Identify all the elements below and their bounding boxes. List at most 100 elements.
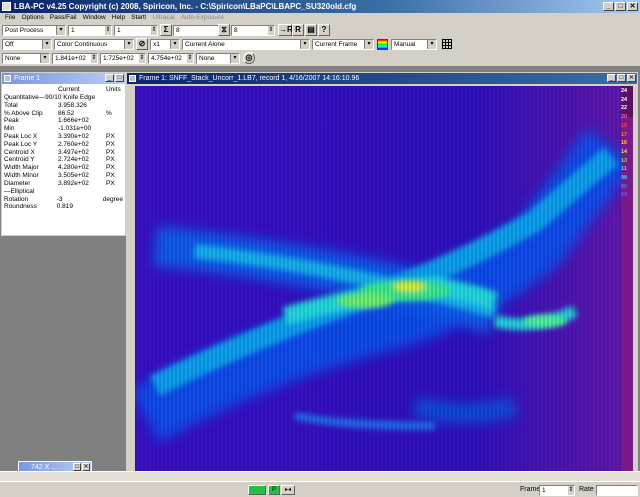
stats-unit: PX [106,148,115,156]
toolbar-row-2: Off Color Continuous ⊘ x1 Current Alone … [0,38,640,51]
stats-unit [106,125,117,133]
beam-intensity-image[interactable] [135,86,621,475]
zoom-select[interactable]: x1 [150,39,180,50]
frame-spin-1[interactable]: 1 [68,25,112,36]
stats-minimize-button[interactable]: _ [105,74,114,82]
display-select[interactable]: Current Alone [182,39,310,50]
stats-value: -1.031e+00 [58,125,92,133]
colorbar-label: 11 [621,166,627,173]
minimize-button[interactable]: _ [603,2,614,11]
frame-select[interactable]: Current Frame [312,39,374,50]
stats-label: Total [4,101,18,109]
palette-mode-select[interactable]: Color Continuous [54,39,134,50]
menu-start[interactable]: Start! [128,13,150,23]
average-spin[interactable]: 8 [231,25,275,36]
rate-label: Rate [579,486,594,493]
stats-value: 3.892e+02 [58,179,89,187]
scale-select[interactable]: Manual [391,39,437,50]
menu-options[interactable]: Options [18,13,46,23]
status-indicator-p[interactable]: P [268,485,280,495]
menu-file[interactable]: File [2,13,18,23]
stats-window-title: Frame 1 [14,75,41,82]
reset-right-icon[interactable]: →R [278,24,293,36]
app-icon [2,2,11,11]
filter-select[interactable]: None [2,53,50,64]
colorbar-label: 24 [621,88,628,94]
app-title: LBA-PC v4.25 Copyright (c) 2008, Spirico… [14,2,357,11]
average-icon[interactable]: ⧖ [218,24,230,36]
stats-unit [103,203,125,211]
colorbar-label: 20 [621,114,628,121]
beam-profile-graphic [135,86,621,475]
image-window: Frame 1: SNFF_Stack_Uncorr_1.LB7, record… [126,72,638,477]
menu-ultracal[interactable]: Ultracal [150,13,178,23]
menu-window[interactable]: Window [80,13,109,23]
menu-pass-fail[interactable]: Pass/Fail [47,13,80,23]
restore-button[interactable]: □ [73,463,81,471]
frame-number-spin[interactable]: 1 [539,485,575,496]
colorbar-label: 17 [621,131,628,138]
status-arrows[interactable]: ▸◂ [281,485,295,495]
horizontal-scrollbar[interactable] [0,471,640,481]
menu-help[interactable]: Help [109,13,128,23]
sum-icon[interactable]: Σ [160,24,172,36]
stats-maximize-button[interactable]: □ [115,74,124,82]
reset-icon[interactable]: R [292,24,304,36]
stats-table: Current Units [4,86,123,94]
image-maximize-button[interactable]: □ [617,74,626,82]
print-icon[interactable]: ▤ [305,24,317,36]
stats-label: Centroid X [4,148,35,156]
help-icon[interactable]: ? [318,24,330,36]
close-button[interactable]: ✕ [627,2,638,11]
section-elliptical: —Elliptical [4,187,35,195]
value-spin-1[interactable]: 1.841e+02 [52,53,98,64]
grid-icon[interactable] [442,39,452,49]
stats-unit: % [106,109,112,117]
stats-value: 0.819 [56,203,73,211]
stats-row: Peak Loc Y 2.760e+02 PX [4,141,117,149]
process-select[interactable]: Post Process [2,25,66,36]
image-minimize-button[interactable]: _ [607,74,616,82]
stats-value: 1.666e+02 [58,117,89,125]
stats-value: 3.390e+02 [58,132,89,140]
stats-label: Peak Loc X [4,132,38,140]
colorbar-label: 24 [621,96,628,103]
stats-value: 2.760e+02 [58,140,89,148]
stats-value: 86.52 [58,109,75,117]
min-close-button[interactable]: ✕ [82,463,90,471]
filter2-select[interactable]: None [196,53,240,64]
stats-row: Centroid X 3.497e+02 PX [4,149,117,157]
stats-label: Roundness [4,203,37,211]
rate-field[interactable] [596,485,638,496]
stats-value: 3.497e+02 [58,148,89,156]
mode-select[interactable]: Off [2,39,52,50]
col-units-header: Units [106,86,121,93]
frame-spin-2[interactable]: 1 [114,25,158,36]
image-close-button[interactable]: ✕ [627,74,636,82]
link-icon[interactable]: ⊘ [136,38,148,50]
capture-icon[interactable]: ◎ [243,52,255,64]
minimized-window-title: 742 X ... [31,464,58,471]
stats-row: Roundness 0.819 [4,203,125,211]
image-window-title: Frame 1: SNFF_Stack_Uncorr_1.LB7, record… [139,75,360,82]
stats-value: 3.505e+02 [58,171,89,179]
colorbar-label: 19 [621,122,628,129]
maximize-button[interactable]: □ [615,2,626,11]
stats-row: Peak 1.666e+02 [4,117,117,125]
stats-value: -3 [56,195,63,203]
colorbar-label: 98 [621,175,628,182]
menu-bar: File Options Pass/Fail Window Help Start… [0,13,640,23]
palette-icon[interactable] [377,39,388,50]
value-spin-3[interactable]: 4.754e+02 [148,53,194,64]
stats-ellip-table: Rotation -3 degree Roundness 0.819 [4,196,125,212]
colorbar-label: 80 [621,183,628,190]
menu-auto-exposure[interactable]: Auto-Exposure [178,13,227,23]
stats-label: Centroid Y [4,156,35,164]
stats-unit [106,117,117,125]
value-spin-2[interactable]: 1.725e+02 [100,53,146,64]
status-bar: P ▸◂ Frame 1 Rate [0,481,640,497]
status-indicator-green[interactable] [248,485,266,495]
stats-label: Peak Loc Y [4,140,38,148]
section-quantitative: Quantitative—90/10 Knife Edge [4,93,96,101]
stats-row: Centroid Y 2.724e+02 PX [4,156,117,164]
